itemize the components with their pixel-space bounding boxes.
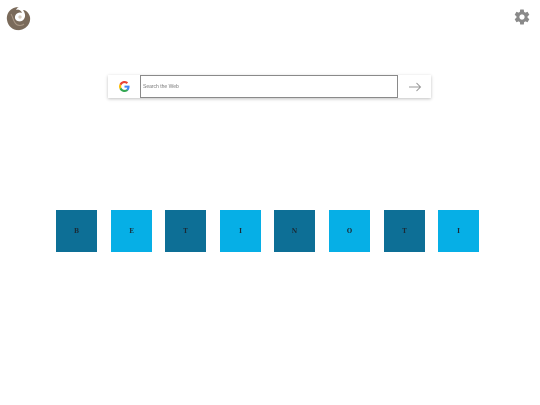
letter-tile[interactable]: N [274,210,315,252]
gear-icon[interactable] [513,8,531,26]
search-input[interactable] [140,75,398,98]
logo-icon[interactable] [5,5,33,33]
search-submit-button[interactable] [398,75,431,98]
letter-tile[interactable]: I [438,210,479,252]
search-bar [108,75,431,98]
letter-tile[interactable]: E [111,210,152,252]
letter-tile[interactable]: O [329,210,370,252]
letter-tile[interactable]: T [165,210,206,252]
google-g-icon [108,75,140,98]
letter-tile[interactable]: B [56,210,97,252]
letter-tile[interactable]: I [220,210,261,252]
arrow-right-icon [408,82,421,91]
letter-tiles: BETINOTI [56,210,480,252]
new-tab-page: BETINOTI [0,0,540,405]
letter-tile[interactable]: T [384,210,425,252]
